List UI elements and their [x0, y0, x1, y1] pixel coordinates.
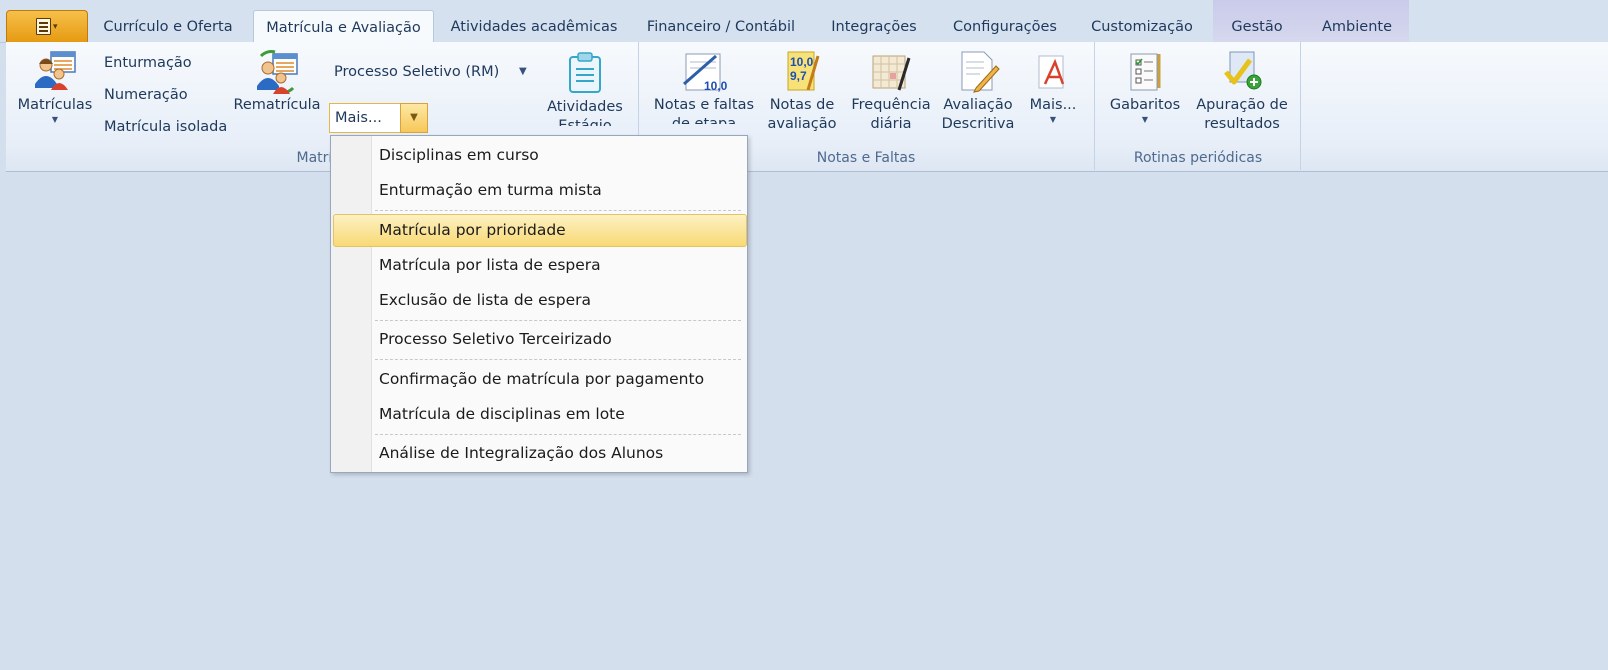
tab-integracoes[interactable]: Integrações — [820, 10, 928, 42]
mais-notas-button[interactable]: Mais... ▼ — [1022, 50, 1084, 125]
notas-faltas-label-2: de etapa — [671, 116, 737, 124]
chevron-down-icon: ▼ — [51, 115, 59, 124]
gabaritos-button[interactable]: Gabaritos ▼ — [1104, 50, 1186, 125]
menu-item-confirmacao-matricula-pagamento[interactable]: Confirmação de matrícula por pagamento — [379, 370, 704, 388]
menu-item-matricula-disciplinas-lote[interactable]: Matrícula de disciplinas em lote — [379, 405, 625, 423]
frequencia-diaria-button[interactable]: Frequência diária — [844, 50, 938, 134]
tab-gestao[interactable]: Gestão — [1220, 10, 1294, 42]
apuracao-label-1: Apuração de — [1196, 97, 1288, 113]
matriculas-button[interactable]: Matrículas ▼ — [12, 48, 98, 125]
mais-notas-label: Mais... — [1029, 97, 1077, 113]
chevron-down-icon: ▼ — [1049, 115, 1057, 124]
matricula-isolada-button[interactable]: Matrícula isolada — [104, 119, 227, 135]
ribbon-panel: Matrículas ▼ Enturmação Numeração Matríc… — [6, 42, 1608, 172]
tab-curriculo[interactable]: Currículo e Oferta — [95, 10, 241, 42]
menu-item-analise-integralizacao[interactable]: Análise de Integralização dos Alunos — [379, 444, 663, 462]
notas-faltas-etapa-button[interactable]: 10,0 Notas e faltas de etapa — [648, 50, 760, 124]
gabaritos-label: Gabaritos — [1109, 97, 1181, 113]
grades-icon: 10,0 9,7 — [787, 51, 820, 91]
group-separator — [1300, 42, 1301, 170]
menu-item-disciplinas-em-curso[interactable]: Disciplinas em curso — [379, 146, 539, 164]
tab-matricula[interactable]: Matrícula e Avaliação — [253, 10, 434, 43]
enturmacao-button[interactable]: Enturmação — [104, 55, 192, 71]
grade-icon-value: 10,0 — [704, 79, 728, 93]
frequencia-label-2: diária — [870, 116, 912, 132]
answer-sheet-icon — [1130, 53, 1161, 91]
ribbon-tab-bar: ▾ Currículo e Oferta Matrícula e Avaliaç… — [0, 0, 1608, 43]
grades-icon-value-2: 9,7 — [790, 69, 807, 83]
clipboard-icon — [569, 52, 601, 93]
group-label-rotinas: Rotinas periódicas — [1133, 150, 1263, 166]
notas-faltas-label-1: Notas e faltas — [653, 97, 755, 113]
menu-separator — [375, 434, 741, 435]
menu-item-processo-seletivo-terceirizado[interactable]: Processo Seletivo Terceirizado — [379, 330, 612, 348]
menu-separator — [375, 210, 741, 211]
application-menu-button[interactable]: ▾ — [6, 10, 88, 42]
numeracao-button[interactable]: Numeração — [104, 87, 188, 103]
atividades-estagio-button[interactable]: Atividades Estágio — [540, 52, 630, 126]
menu-separator — [375, 320, 741, 321]
apuracao-resultados-button[interactable]: Apuração de resultados — [1192, 50, 1292, 134]
rematricula-icon — [257, 50, 298, 94]
mais-combo[interactable]: Mais... — [329, 103, 401, 133]
notas-avaliacao-label-1: Notas de — [769, 97, 835, 113]
grade-sheet-icon: 10,0 — [683, 53, 728, 93]
report-icon — [1038, 55, 1065, 89]
rematricula-label: Rematrícula — [233, 97, 321, 113]
tab-configuracoes[interactable]: Configurações — [943, 10, 1067, 42]
menu-item-enturmacao-turma-mista[interactable]: Enturmação em turma mista — [379, 181, 602, 199]
atividades-label-2: Estágio — [558, 118, 612, 126]
menu-item-exclusao-lista-espera[interactable]: Exclusão de lista de espera — [379, 291, 591, 309]
menu-separator — [375, 359, 741, 360]
approve-add-icon — [1224, 51, 1262, 90]
avaliacao-label-2: Descritiva — [941, 116, 1015, 132]
matriculas-label: Matrículas — [17, 97, 93, 113]
avaliacao-label-1: Avaliação — [943, 97, 1013, 113]
chevron-down-icon[interactable]: ▼ — [519, 66, 527, 77]
tab-atividades[interactable]: Atividades acadêmicas — [444, 10, 624, 42]
menu-item-matricula-prioridade[interactable]: Matrícula por prioridade — [379, 221, 566, 239]
menu-icon-gutter — [331, 136, 372, 472]
chevron-down-icon: ▼ — [1141, 115, 1149, 124]
notas-avaliacao-button[interactable]: 10,0 9,7 Notas de avaliação — [764, 50, 840, 134]
tab-financeiro[interactable]: Financeiro / Contábil — [638, 10, 804, 42]
group-separator — [1094, 42, 1095, 170]
notas-avaliacao-label-2: avaliação — [767, 116, 837, 132]
atividades-label-1: Atividades — [547, 99, 623, 115]
chevron-down-icon: ▾ — [53, 22, 58, 32]
avaliacao-descritiva-button[interactable]: Avaliação Descritiva — [936, 50, 1020, 134]
document-edit-icon — [961, 51, 1000, 93]
calendar-icon — [872, 55, 911, 91]
group-label-notas: Notas e Faltas — [816, 150, 916, 166]
frequencia-label-1: Frequência — [851, 97, 931, 113]
rematricula-button[interactable]: Rematrícula — [232, 48, 322, 115]
grades-icon-value-1: 10,0 — [790, 55, 814, 69]
menu-item-matricula-lista-espera[interactable]: Matrícula por lista de espera — [379, 256, 601, 274]
students-icon — [35, 51, 76, 90]
tab-ambiente[interactable]: Ambiente — [1310, 10, 1404, 42]
apuracao-label-2: resultados — [1204, 116, 1280, 132]
processo-seletivo-combo[interactable]: Processo Seletivo (RM) — [334, 64, 499, 80]
mais-dropdown-button[interactable]: ▼ — [400, 103, 428, 133]
tab-customizacao[interactable]: Customização — [1083, 10, 1201, 42]
mais-dropdown-menu: Disciplinas em curso Enturmação em turma… — [330, 135, 748, 473]
document-icon — [36, 18, 51, 35]
